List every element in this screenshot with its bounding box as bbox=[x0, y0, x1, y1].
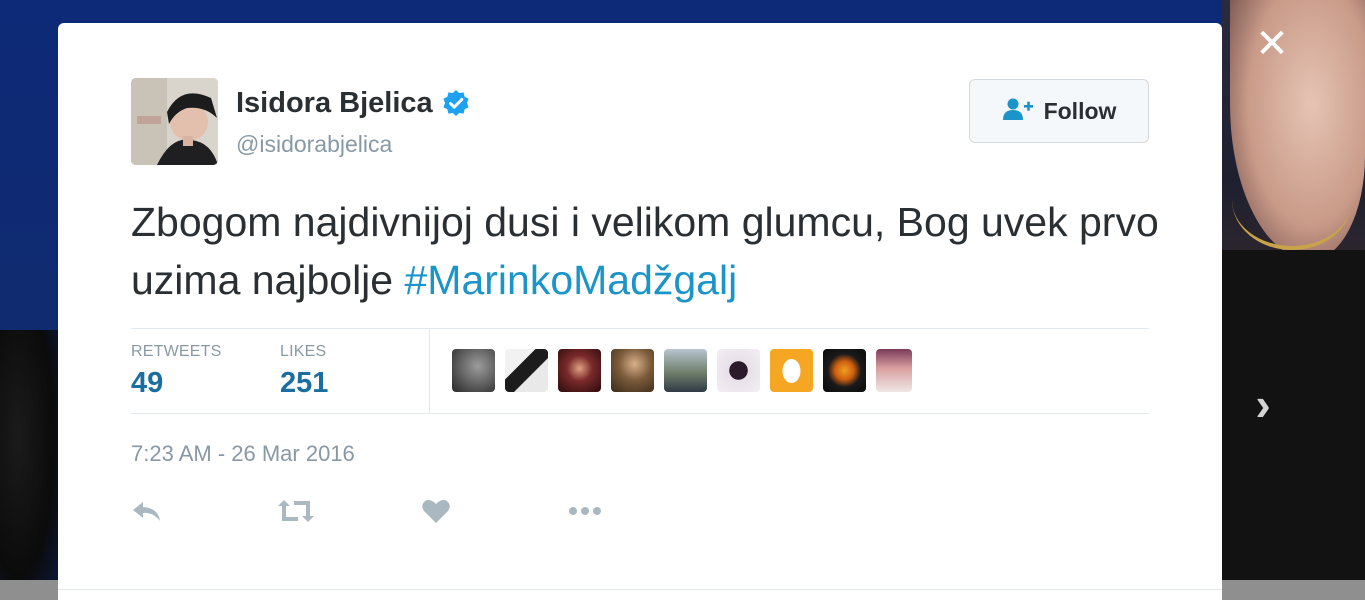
likes-count: 251 bbox=[280, 367, 329, 399]
follow-button[interactable]: Follow bbox=[969, 79, 1149, 143]
liker-avatar[interactable] bbox=[664, 349, 707, 392]
more-button[interactable] bbox=[566, 493, 711, 533]
retweets-label: RETWEETS bbox=[131, 343, 222, 360]
likers-list bbox=[452, 349, 912, 392]
background-right bbox=[1222, 0, 1365, 600]
likes-stat[interactable]: LIKES 251 bbox=[280, 343, 328, 400]
tweet-timestamp[interactable]: 7:23 AM - 26 Mar 2016 bbox=[131, 441, 355, 467]
like-icon bbox=[421, 498, 451, 529]
tweet-card: Isidora Bjelica @isidorabjelica Follow Z… bbox=[58, 23, 1222, 600]
background-left bbox=[0, 0, 60, 600]
author-handle[interactable]: @isidorabjelica bbox=[236, 131, 392, 158]
verified-badge-icon bbox=[441, 89, 471, 119]
retweet-icon bbox=[276, 498, 316, 529]
liker-avatar[interactable] bbox=[770, 349, 813, 392]
retweet-button[interactable] bbox=[276, 493, 421, 533]
stats-divider bbox=[429, 329, 430, 414]
retweets-count: 49 bbox=[131, 367, 164, 399]
liker-avatar[interactable] bbox=[505, 349, 548, 392]
liker-avatar[interactable] bbox=[717, 349, 760, 392]
liker-avatar[interactable] bbox=[823, 349, 866, 392]
add-user-icon bbox=[1002, 97, 1034, 126]
close-icon[interactable]: ✕ bbox=[1250, 22, 1294, 66]
hashtag-link[interactable]: #MarinkoMadžgalj bbox=[405, 257, 738, 303]
reply-icon bbox=[131, 498, 163, 529]
author-row: Isidora Bjelica bbox=[236, 87, 471, 120]
like-button[interactable] bbox=[421, 493, 566, 533]
reply-button[interactable] bbox=[131, 493, 276, 533]
avatar[interactable] bbox=[131, 78, 218, 165]
background-dress bbox=[1222, 250, 1365, 600]
likes-label: LIKES bbox=[280, 343, 327, 360]
tweet-actions bbox=[131, 493, 711, 533]
card-divider bbox=[58, 589, 1222, 590]
retweets-stat[interactable]: RETWEETS 49 bbox=[131, 343, 222, 400]
more-icon bbox=[566, 498, 606, 529]
chevron-right-icon[interactable]: › bbox=[1246, 380, 1280, 428]
liker-avatar[interactable] bbox=[611, 349, 654, 392]
author-name[interactable]: Isidora Bjelica bbox=[236, 87, 433, 120]
follow-label: Follow bbox=[1043, 97, 1117, 124]
background-necklace bbox=[1232, 150, 1352, 250]
liker-avatar[interactable] bbox=[452, 349, 495, 392]
tweet-text: Zbogom najdivnijoj dusi i velikom glumcu… bbox=[131, 193, 1161, 309]
background-shape bbox=[0, 330, 60, 600]
tweet-stats: RETWEETS 49 LIKES 251 bbox=[131, 328, 1149, 414]
liker-avatar[interactable] bbox=[876, 349, 912, 392]
liker-avatar[interactable] bbox=[558, 349, 601, 392]
